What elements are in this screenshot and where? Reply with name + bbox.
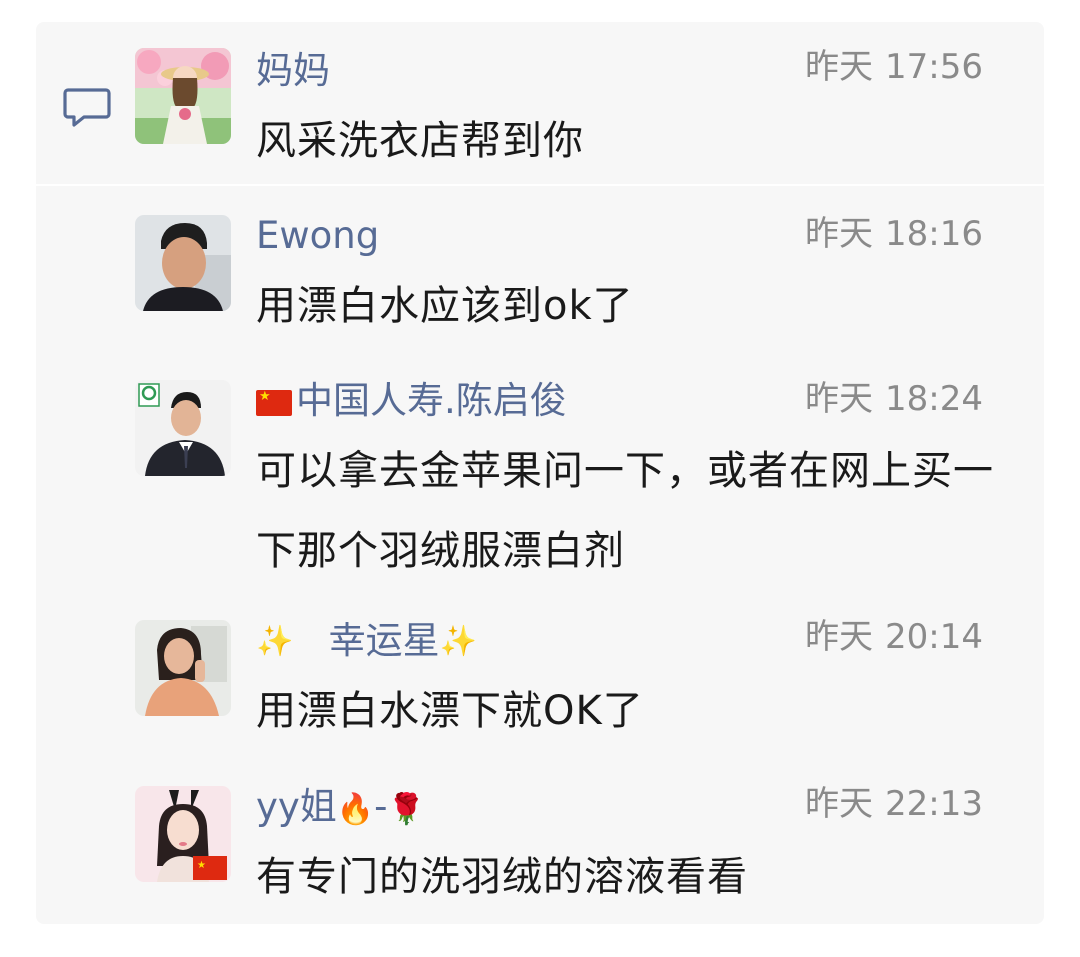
comment-text: 用漂白水漂下就OK了 <box>256 688 644 734</box>
commenter-name[interactable]: ✨ 幸运星✨ <box>256 619 477 664</box>
commenter-name-text: yy姐 <box>256 785 337 828</box>
rose-icon: 🌹 <box>387 792 425 827</box>
avatar[interactable] <box>135 620 231 716</box>
avatar[interactable]: ★ <box>135 786 231 882</box>
comment-clock: 20:14 <box>885 617 983 657</box>
avatar[interactable] <box>135 48 231 144</box>
commenter-name-text: 中国人寿.陈启俊 <box>296 379 567 422</box>
comment-day: 昨天 <box>805 617 874 657</box>
comment-clock: 18:24 <box>885 379 983 419</box>
name-dash: - <box>374 785 388 828</box>
comment-text: 风采洗衣店帮到你 <box>256 118 584 164</box>
comment-day: 昨天 <box>805 784 874 824</box>
commenter-name[interactable]: yy姐🔥-🌹 <box>256 785 425 832</box>
commenter-name[interactable]: Ewong <box>256 214 379 258</box>
commenter-name[interactable]: 中国人寿.陈启俊 <box>256 379 567 423</box>
comment-day: 昨天 <box>805 47 874 87</box>
svg-text:★: ★ <box>197 860 206 871</box>
comment-clock: 17:56 <box>885 47 983 87</box>
commenter-name[interactable]: 妈妈 <box>256 49 330 93</box>
cartoon-girl-avatar: ★ <box>135 786 231 882</box>
commenter-name-text: 幸运星 <box>328 619 440 662</box>
comment-bubble-icon <box>63 88 111 127</box>
avatar[interactable] <box>135 380 231 476</box>
avatar[interactable] <box>135 215 231 311</box>
girl-with-flowers-avatar <box>135 48 231 144</box>
woman-selfie-avatar <box>135 620 231 716</box>
comment-time: 昨天 17:56 <box>805 45 983 89</box>
comment-text: 可以拿去金苹果问一下，或者在网上买一下那个羽绒服漂白剂 <box>256 448 994 574</box>
comment-day: 昨天 <box>805 214 874 254</box>
comment-time: 昨天 22:13 <box>805 782 983 826</box>
man-in-suit-avatar <box>135 380 231 476</box>
likes-comments-divider <box>36 184 1044 186</box>
comment-text: 有专门的洗羽绒的溶液看看 <box>256 854 748 900</box>
comment-clock: 22:13 <box>885 784 983 824</box>
comment-clock: 18:16 <box>885 214 983 254</box>
comment-time: 昨天 18:24 <box>805 377 983 421</box>
sparkle-icon: ✨ <box>439 624 478 659</box>
sparkle-icon: ✨ <box>256 624 294 659</box>
china-flag-icon <box>256 389 292 416</box>
young-man-avatar <box>135 215 231 311</box>
comment-time: 昨天 20:14 <box>805 615 983 659</box>
fire-icon: 🔥 <box>336 792 375 827</box>
comment-time: 昨天 18:16 <box>805 212 983 256</box>
comment-text: 用漂白水应该到ok了 <box>256 283 634 329</box>
comment-day: 昨天 <box>805 379 874 419</box>
